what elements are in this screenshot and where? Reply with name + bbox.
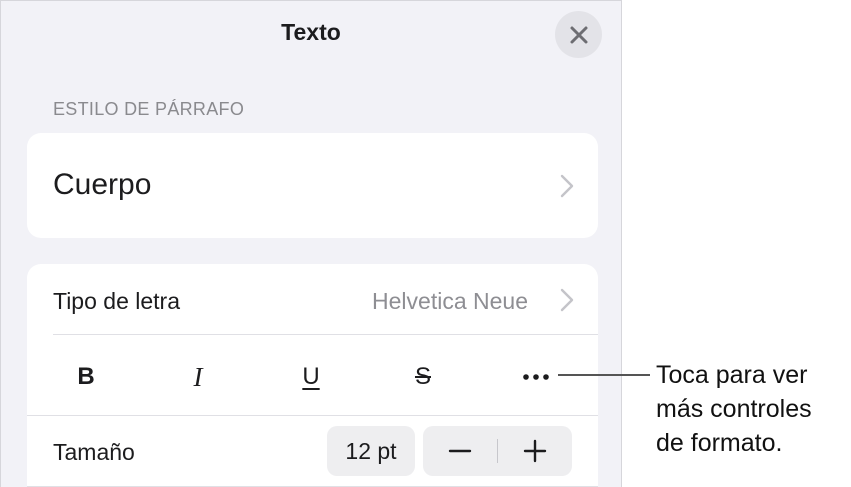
- paragraph-style-header: ESTILO DE PÁRRAFO: [53, 99, 245, 119]
- callout-line-3: de formato.: [656, 429, 783, 457]
- size-value-field[interactable]: 12 pt: [327, 426, 415, 476]
- minus-icon: [448, 449, 472, 453]
- format-buttons-row: B I U S: [27, 335, 598, 415]
- strikethrough-button[interactable]: S: [393, 355, 453, 399]
- italic-button[interactable]: I: [168, 355, 228, 399]
- size-label: Tamaño: [53, 439, 135, 465]
- separator: [27, 415, 598, 416]
- underline-button[interactable]: U: [281, 355, 341, 399]
- paragraph-style-value: Cuerpo: [53, 168, 152, 201]
- font-row[interactable]: Tipo de letra Helvetica Neue: [27, 264, 598, 334]
- callout-line-2: más controles: [656, 395, 812, 423]
- paragraph-style-row[interactable]: Cuerpo: [27, 133, 598, 238]
- font-settings-card: Tipo de letra Helvetica Neue B I U S Tam…: [27, 264, 598, 487]
- more-options-button[interactable]: [506, 355, 566, 399]
- close-icon: [570, 26, 587, 43]
- font-label: Tipo de letra: [53, 288, 180, 314]
- plus-icon: [523, 439, 547, 463]
- stage: Texto ESTILO DE PÁRRAFO Cuerpo Tipo de l…: [0, 0, 851, 487]
- ellipsis-icon: [523, 374, 549, 380]
- callout-line-1: Toca para ver: [656, 361, 808, 389]
- increase-size-button[interactable]: [498, 426, 572, 476]
- bold-button[interactable]: B: [56, 355, 116, 399]
- panel-title: Texto: [281, 19, 341, 45]
- callout-text: Toca para ver más controles de formato.: [656, 358, 851, 460]
- callout-line: [558, 374, 650, 376]
- close-button[interactable]: [555, 11, 602, 58]
- chevron-right-icon: [560, 174, 574, 198]
- chevron-right-icon: [560, 288, 574, 312]
- decrease-size-button[interactable]: [423, 426, 497, 476]
- text-format-panel: Texto ESTILO DE PÁRRAFO Cuerpo Tipo de l…: [0, 0, 622, 487]
- font-value: Helvetica Neue: [372, 288, 528, 314]
- size-stepper: [423, 426, 572, 476]
